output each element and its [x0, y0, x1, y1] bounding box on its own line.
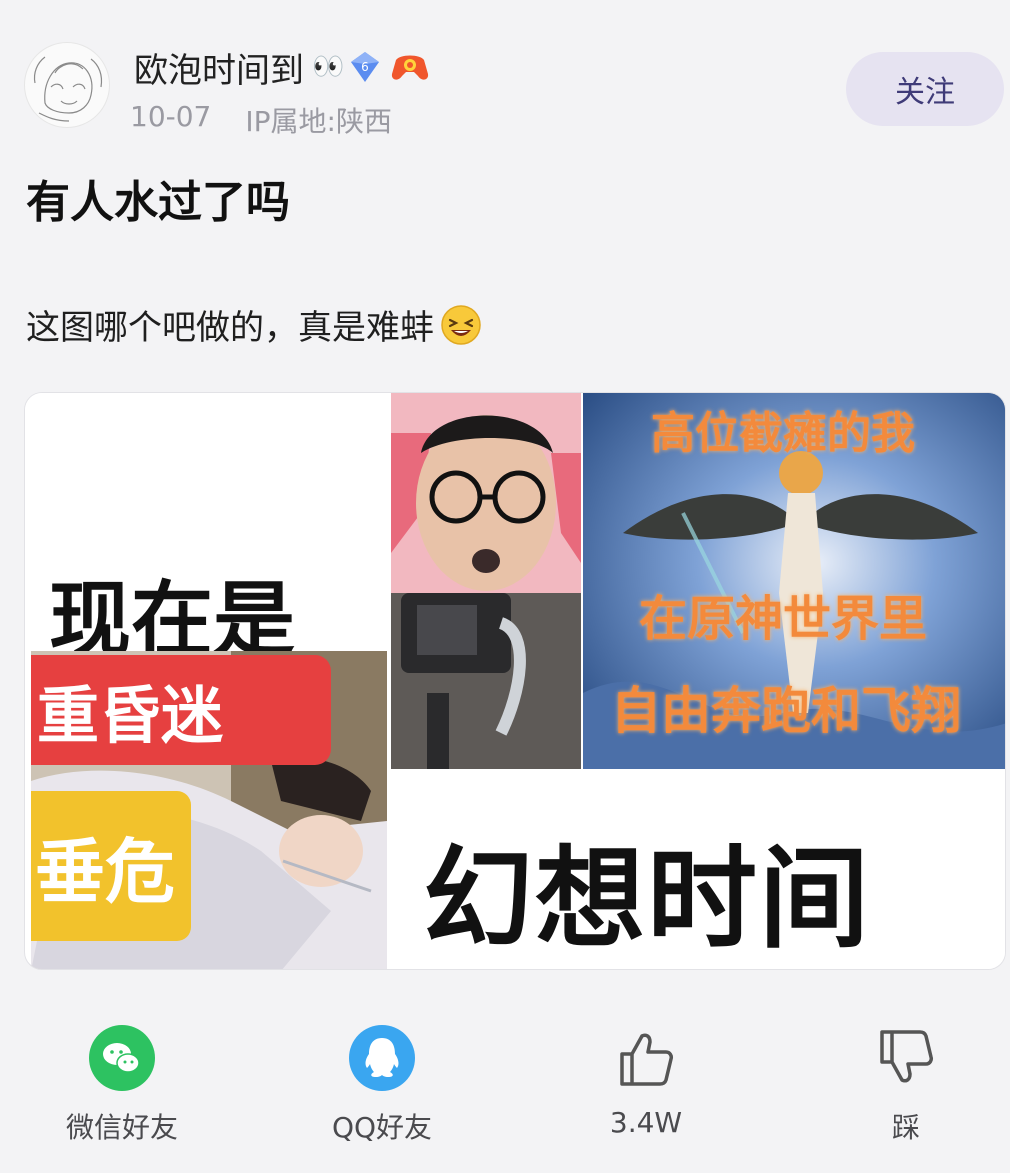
level-number: 6	[362, 60, 370, 74]
wechat-icon	[88, 1024, 156, 1092]
share-qq-label: QQ好友	[331, 1111, 433, 1144]
meme-text-run-and-fly: 自由奔跑和飞翔	[611, 682, 961, 740]
thumbs-down-icon	[872, 1024, 940, 1092]
follow-button[interactable]: 关注	[846, 52, 1004, 126]
man-ventilator-image	[391, 393, 581, 769]
meme-text-paralyzed: 高位截瘫的我	[651, 408, 915, 459]
qq-icon	[348, 1024, 416, 1092]
share-wechat-label: 微信好友	[65, 1111, 178, 1144]
like-button[interactable]: 3.4W	[546, 1024, 746, 1154]
ip-location: IP属地:陕西	[245, 105, 392, 138]
post-title: 有人水过了吗	[26, 177, 290, 228]
username[interactable]: 欧泡时间到	[134, 43, 304, 92]
gamepad-icon	[390, 50, 430, 84]
like-count: 3.4W	[609, 1106, 683, 1139]
level-badge-icon: 6	[348, 50, 382, 84]
meme-panel-hospital: 重昏迷 垂危	[31, 651, 387, 969]
post-body: 这图哪个吧做的，真是难蚌	[26, 300, 482, 349]
dislike-label: 踩	[891, 1111, 920, 1144]
meme-panel-man	[391, 393, 581, 769]
meme-label-critical: 垂危	[31, 791, 191, 941]
eyes-emoji: 👀	[312, 52, 344, 82]
post-image[interactable]: 现在是 重昏迷 垂危 高位截瘫的我 在原神世界里 自由奔跑和飞翔 幻想时间	[24, 392, 1006, 970]
share-qq-button[interactable]: QQ好友	[282, 1024, 482, 1154]
post-body-text: 这图哪个吧做的，真是难蚌	[26, 308, 434, 348]
meme-panel-now: 现在是	[25, 393, 389, 651]
avatar[interactable]	[24, 42, 110, 128]
laughing-emoji-icon	[440, 304, 482, 346]
post-meta: 10-07 IP属地:陕西	[130, 100, 392, 140]
meme-text-in-genshin: 在原神世界里	[639, 591, 928, 647]
meme-label-coma: 重昏迷	[31, 655, 331, 765]
meme-panel-caption: 幻想时间	[387, 769, 1005, 969]
share-action-bar: 微信好友 QQ好友 3.4W 踩	[0, 1010, 1010, 1160]
meme-text-fantasy-time: 幻想时间	[423, 835, 871, 963]
username-row: 欧泡时间到 👀 6	[134, 42, 430, 92]
share-wechat-button[interactable]: 微信好友	[22, 1024, 222, 1154]
meme-text-now: 现在是	[49, 573, 296, 651]
thumbs-up-icon	[612, 1024, 680, 1092]
meme-panel-genshin: 高位截瘫的我 在原神世界里 自由奔跑和飞翔	[583, 393, 1005, 769]
avatar-sketch-image	[33, 56, 103, 122]
post-date: 10-07	[130, 100, 212, 133]
dislike-button[interactable]: 踩	[806, 1024, 1006, 1154]
